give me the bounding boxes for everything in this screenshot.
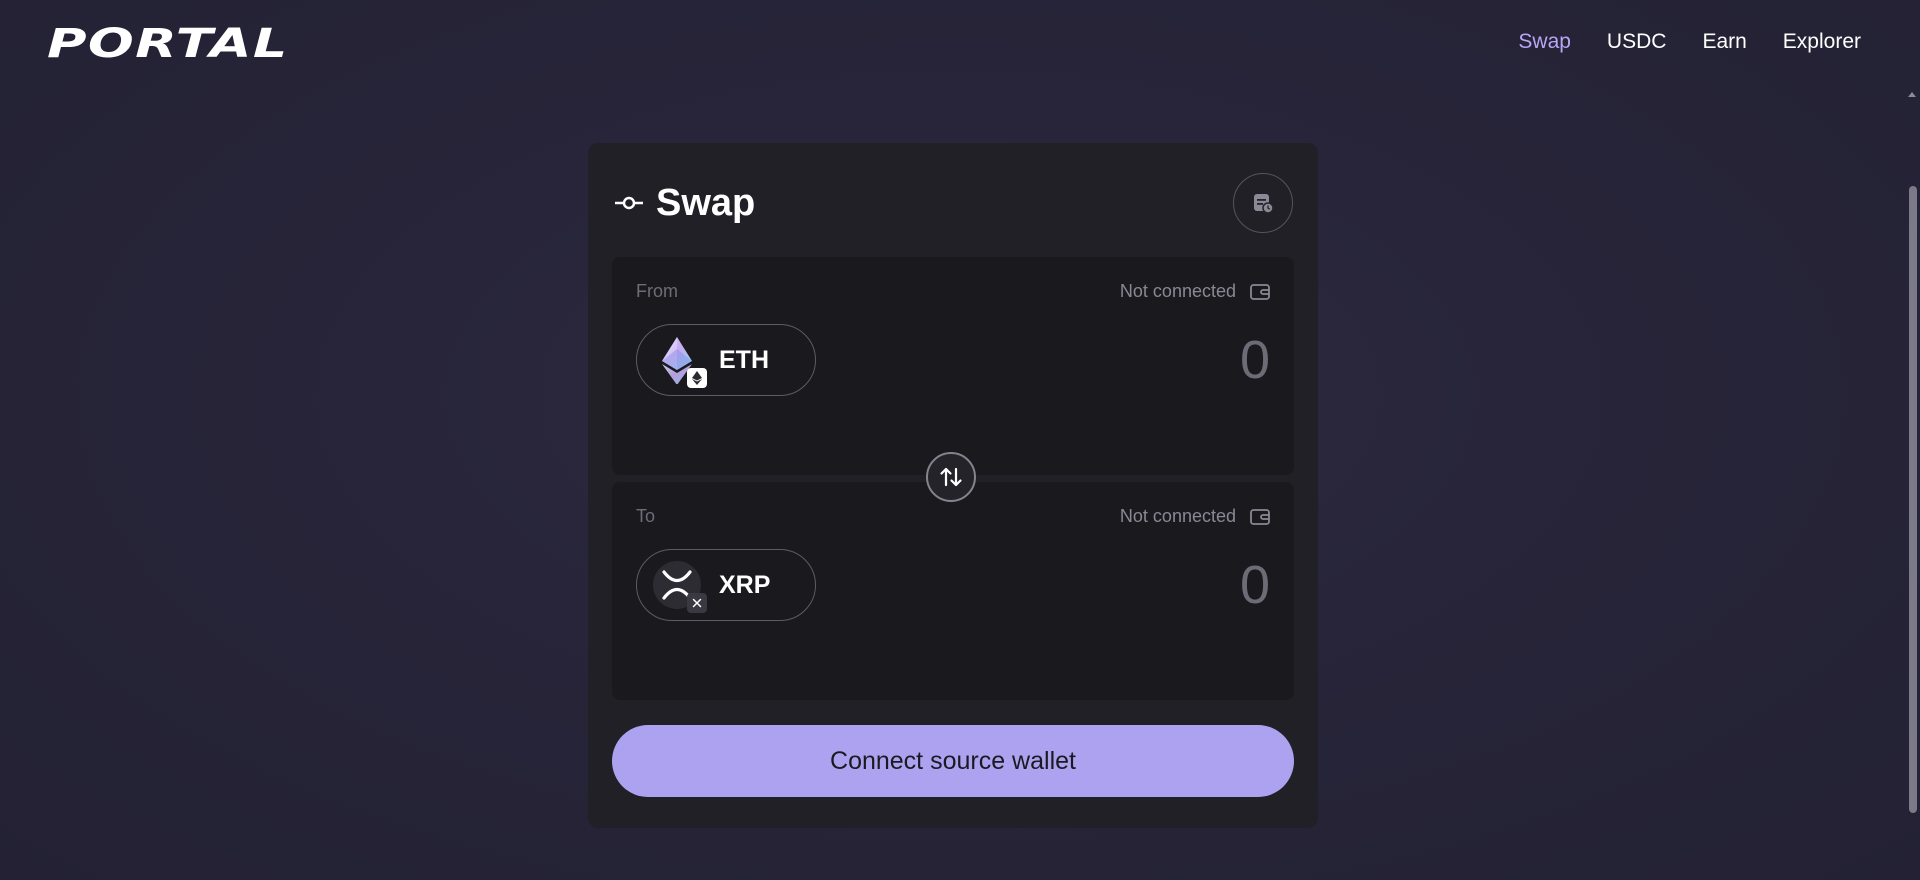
from-token-select[interactable]: ETH [636, 324, 816, 396]
xrp-chain-badge-icon [687, 593, 707, 613]
to-panel: To Not connected XRP 0 [612, 482, 1294, 700]
from-status-text: Not connected [1119, 281, 1236, 301]
nav-swap[interactable]: Swap [1518, 30, 1571, 54]
swap-arrows-icon [940, 467, 962, 487]
swap-card-header: Swap [614, 179, 755, 227]
nav-earn[interactable]: Earn [1702, 30, 1746, 54]
from-amount[interactable]: 0 [1240, 325, 1270, 395]
from-wallet-status[interactable]: Not connected [1120, 281, 1270, 302]
wallet-icon [1250, 283, 1270, 300]
nav-explorer[interactable]: Explorer [1783, 30, 1861, 54]
ethereum-icon [653, 336, 707, 388]
to-amount[interactable]: 0 [1240, 550, 1270, 620]
history-icon [1254, 194, 1274, 214]
to-wallet-status[interactable]: Not connected [1120, 506, 1270, 527]
from-token-name: ETH [719, 345, 769, 374]
from-label: From [636, 281, 678, 301]
nav-usdc[interactable]: USDC [1607, 30, 1667, 54]
swap-card: Swap From Not connected ETH 0 To Not con… [588, 143, 1318, 828]
history-button[interactable] [1233, 173, 1293, 233]
to-label: To [636, 506, 656, 526]
ethereum-chain-badge-icon [687, 368, 707, 388]
main-nav: Swap USDC Earn Explorer [1518, 30, 1861, 54]
scrollbar-thumb[interactable] [1909, 186, 1917, 813]
from-panel: From Not connected ETH 0 [612, 257, 1294, 475]
to-token-select[interactable]: XRP [636, 549, 816, 621]
wallet-icon [1250, 508, 1270, 525]
to-status-text: Not connected [1119, 506, 1236, 526]
swap-direction-button[interactable] [926, 452, 976, 502]
connect-source-wallet-button[interactable]: Connect source wallet [612, 725, 1294, 797]
top-bar: PORTAL Swap USDC Earn Explorer [0, 0, 1920, 90]
commit-icon [615, 196, 643, 210]
page-title: Swap [656, 181, 756, 224]
xrp-icon [653, 561, 707, 613]
portal-logo[interactable]: PORTAL [47, 24, 289, 64]
to-token-name: XRP [719, 570, 771, 599]
scroll-up-arrow-icon[interactable] [1908, 92, 1916, 97]
